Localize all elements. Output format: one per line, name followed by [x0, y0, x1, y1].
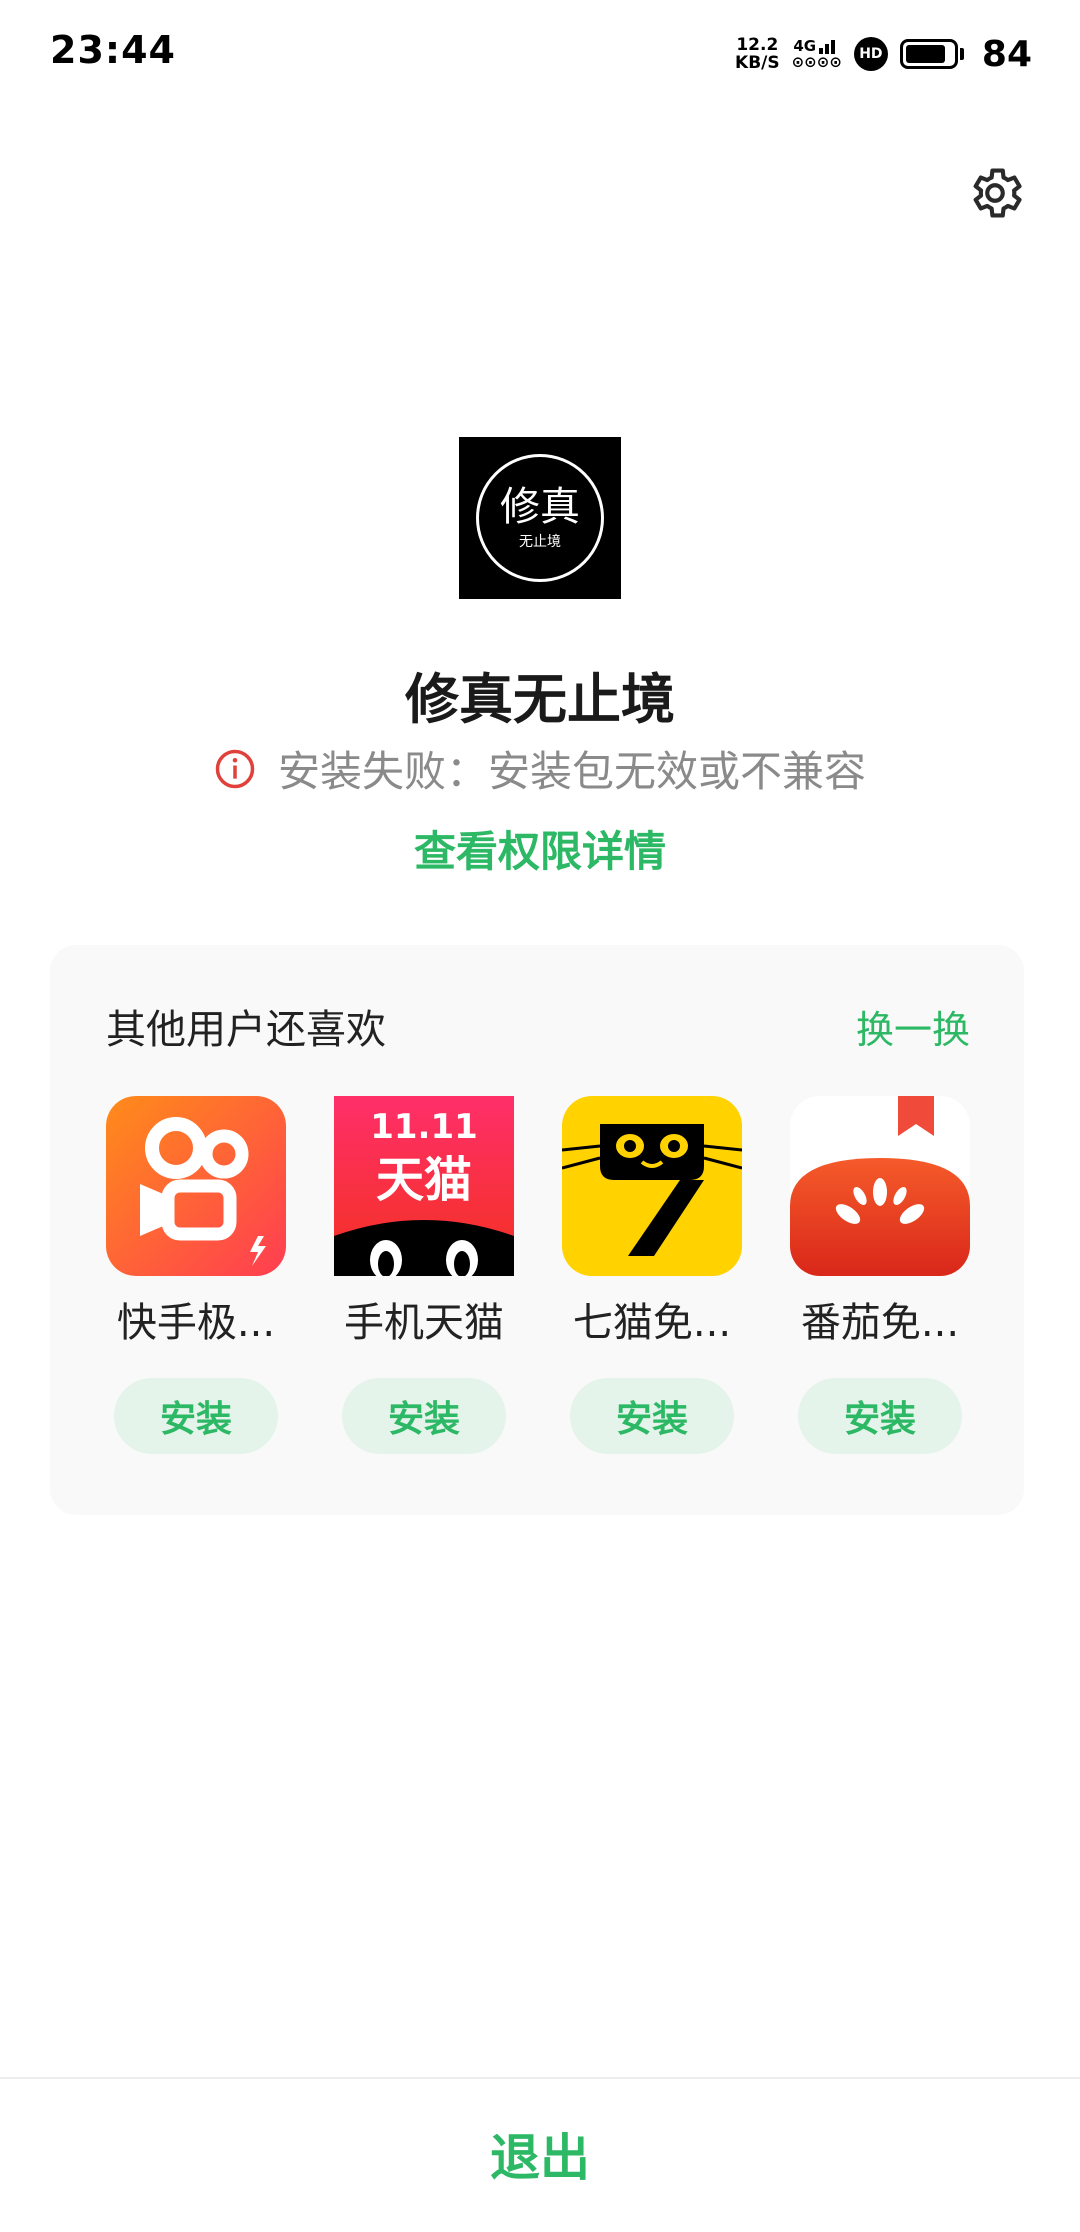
recommended-app-tmall[interactable]: 11.11 天猫 手机天猫 安装 — [334, 1096, 514, 1454]
recommendation-card: 其他用户还喜欢 换一换 快手极... 安装 11.11 天猫 手机天猫 安装 七… — [50, 945, 1024, 1515]
refresh-button[interactable]: 换一换 — [856, 999, 970, 1054]
install-button[interactable]: 安装 — [114, 1378, 278, 1454]
network-speed-unit: KB/S — [735, 53, 780, 73]
recommended-app-name: 快手极... — [116, 1300, 276, 1346]
kuaishou-icon — [106, 1096, 286, 1276]
signal-bars-icon — [819, 40, 836, 54]
status-icons: 12.2 KB/S 4G ⊙⊙⊙⊙ HD 84 — [735, 30, 1032, 78]
app-name: 修真无止境 — [405, 668, 675, 731]
signal-icon: 4G ⊙⊙⊙⊙ — [792, 38, 842, 70]
install-button[interactable]: 安装 — [342, 1378, 506, 1454]
fanqie-icon — [790, 1096, 970, 1276]
permission-details-link[interactable]: 查看权限详情 — [0, 818, 1080, 879]
battery-level: 84 — [981, 33, 1032, 75]
exit-button[interactable]: 退出 — [0, 2079, 1080, 2229]
network-speed: 12.2 KB/S — [735, 36, 780, 72]
install-button[interactable]: 安装 — [798, 1378, 962, 1454]
recommended-app-name: 手机天猫 — [344, 1300, 504, 1346]
hd-icon: HD — [853, 37, 888, 71]
status-time: 23:44 — [50, 28, 176, 72]
recommended-app-name: 七猫免... — [572, 1300, 732, 1346]
app-icon: 修真 无止境 — [459, 437, 621, 599]
network-speed-value: 12.2 — [736, 35, 779, 55]
recommended-app-kuaishou[interactable]: 快手极... 安装 — [106, 1096, 286, 1454]
app-icon-logo: 修真 无止境 — [476, 454, 604, 582]
tmall-icon: 11.11 天猫 — [334, 1096, 514, 1276]
settings-button[interactable] — [960, 158, 1030, 228]
status-bar: 23:44 12.2 KB/S 4G ⊙⊙⊙⊙ HD 84 — [0, 0, 1080, 110]
error-message: 安装失败：安装包无效或不兼容 — [277, 747, 866, 796]
tmall-banner-text: 11.11 — [370, 1107, 478, 1147]
recommended-app-fanqie[interactable]: 番茄免... 安装 — [790, 1096, 970, 1454]
battery-fill — [905, 45, 945, 63]
network-type: 4G — [793, 37, 817, 55]
recommendation-title: 其他用户还喜欢 — [106, 1007, 386, 1053]
recommended-apps: 快手极... 安装 11.11 天猫 手机天猫 安装 七猫免... 安装 番茄免… — [106, 1096, 970, 1454]
screen: 23:44 12.2 KB/S 4G ⊙⊙⊙⊙ HD 84 修真 无止境 修真无… — [0, 0, 1080, 2232]
recommended-app-qimao[interactable]: 七猫免... 安装 — [562, 1096, 742, 1454]
install-error: 安装失败：安装包无效或不兼容 — [0, 738, 1080, 799]
tmall-icon-text: 天猫 — [376, 1152, 472, 1208]
install-button[interactable]: 安装 — [570, 1378, 734, 1454]
battery-icon — [899, 39, 964, 69]
error-info-icon — [215, 749, 255, 788]
gear-icon — [973, 168, 1022, 218]
bottom-bar: 退出 — [0, 2077, 1080, 2232]
sim-dots: ⊙⊙⊙⊙ — [791, 53, 842, 71]
qimao-icon — [562, 1096, 742, 1276]
recommended-app-name: 番茄免... — [800, 1300, 960, 1346]
